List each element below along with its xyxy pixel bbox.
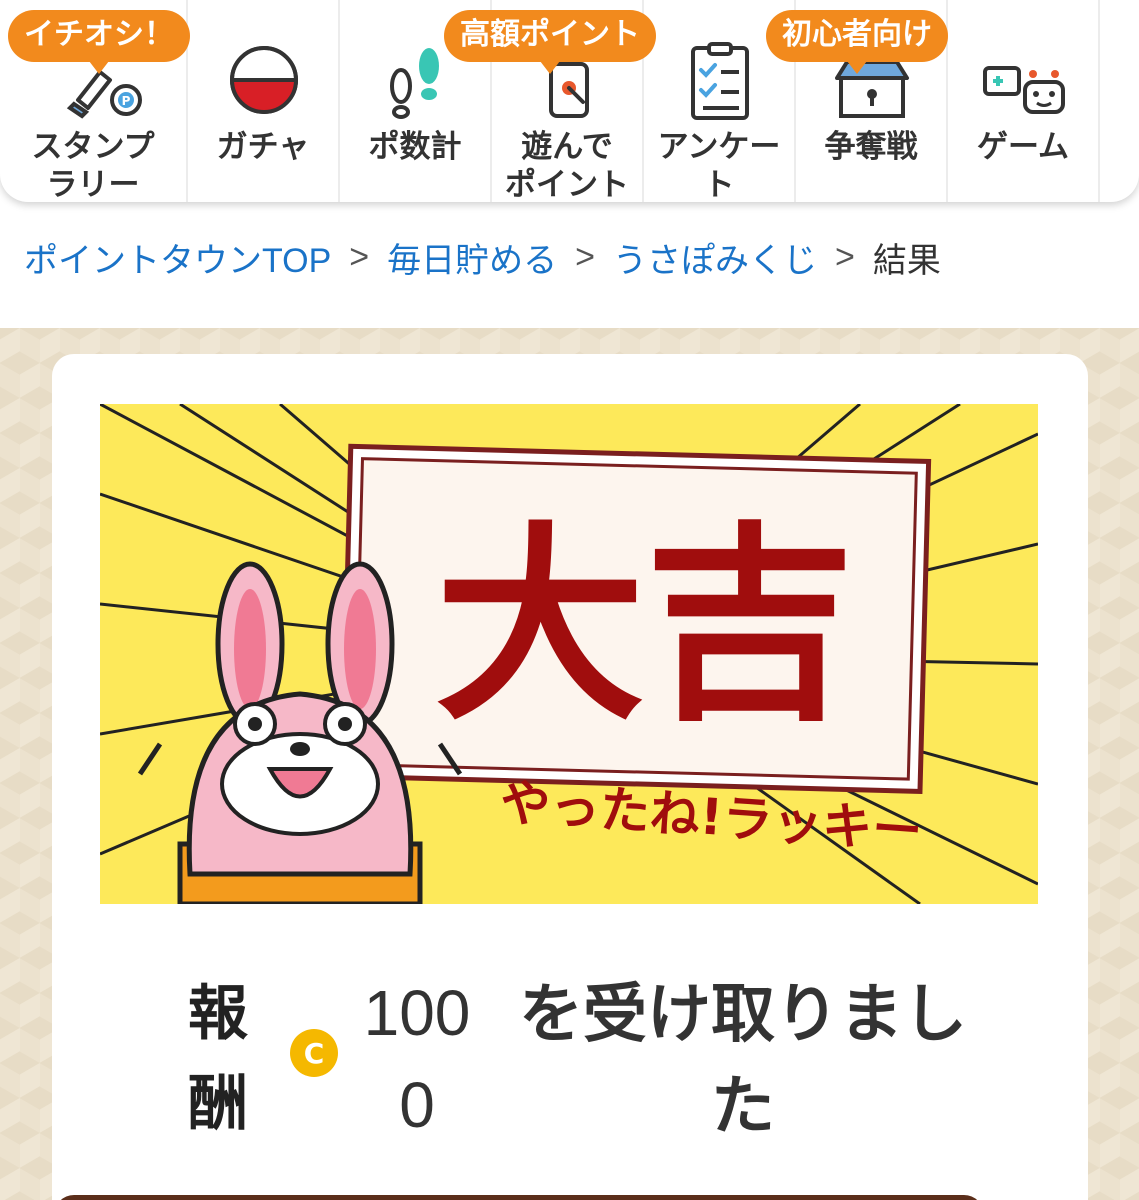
breadcrumb: ポイントタウンTOP > 毎日貯める > うさぽみくじ > 結果 [24,232,941,282]
coin-icon: C [290,1029,338,1077]
breadcrumb-separator: > [349,237,370,276]
next-button[interactable] [54,1195,984,1200]
reward-amount: 1000 [363,977,471,1141]
game-robot-icon [983,66,1065,114]
nav-label-survey: アンケー ト [657,129,781,203]
nav-label-competition: 争奪戦 [824,129,918,165]
result-card: 大吉 やったね!ラッキー 報酬 C 1000 を受け取りました [52,354,1088,1200]
breadcrumb-separator: > [575,237,595,276]
nav-item-game[interactable]: ゲーム [948,0,1100,202]
breadcrumb-separator: > [835,237,855,276]
nav-label-game: ゲーム [976,129,1070,165]
nav-label-play-points: 遊んで ポイント [505,129,629,203]
reward-label: 報酬 [188,979,248,1139]
badge-beginner: 初心者向け [766,10,948,74]
gacha-ball-icon [230,46,298,114]
nav-item-gacha[interactable]: ガチャ [188,0,340,202]
nav-label-stamp-rally: スタンプ ラリー [31,129,155,203]
breadcrumb-link-omikuji[interactable]: うさぽみくじ [613,233,817,282]
nav-label-pedometer: ポ数計 [368,129,462,165]
survey-clipboard-icon [691,42,749,120]
fortune-banner-illustration: 大吉 やったね!ラッキー [100,404,1038,904]
badge-recommended: イチオシ！ [8,10,190,74]
reward-received-text: を受け取りました [519,978,967,1144]
nav-label-gacha: ガチャ [216,129,310,165]
footprints-icon [390,48,439,119]
breadcrumb-link-daily[interactable]: 毎日貯める [387,233,557,282]
svg-text:P: P [122,94,131,108]
breadcrumb-link-top[interactable]: ポイントタウンTOP [24,233,331,282]
breadcrumb-current: 結果 [872,241,941,280]
category-nav: P スタンプ ラリー ガチャ ポ数計 遊んで ポイント アンケー ト 争奪戦 ゲ… [0,0,1139,203]
badge-high-points: 高額ポイント [444,10,656,74]
svg-text:C: C [304,1037,325,1070]
fortune-text: 大吉 [435,504,855,749]
fortune-banner: 大吉 やったね!ラッキー [100,404,1038,904]
reward-summary: 報酬 C 1000 を受け取りました [52,969,1088,1169]
